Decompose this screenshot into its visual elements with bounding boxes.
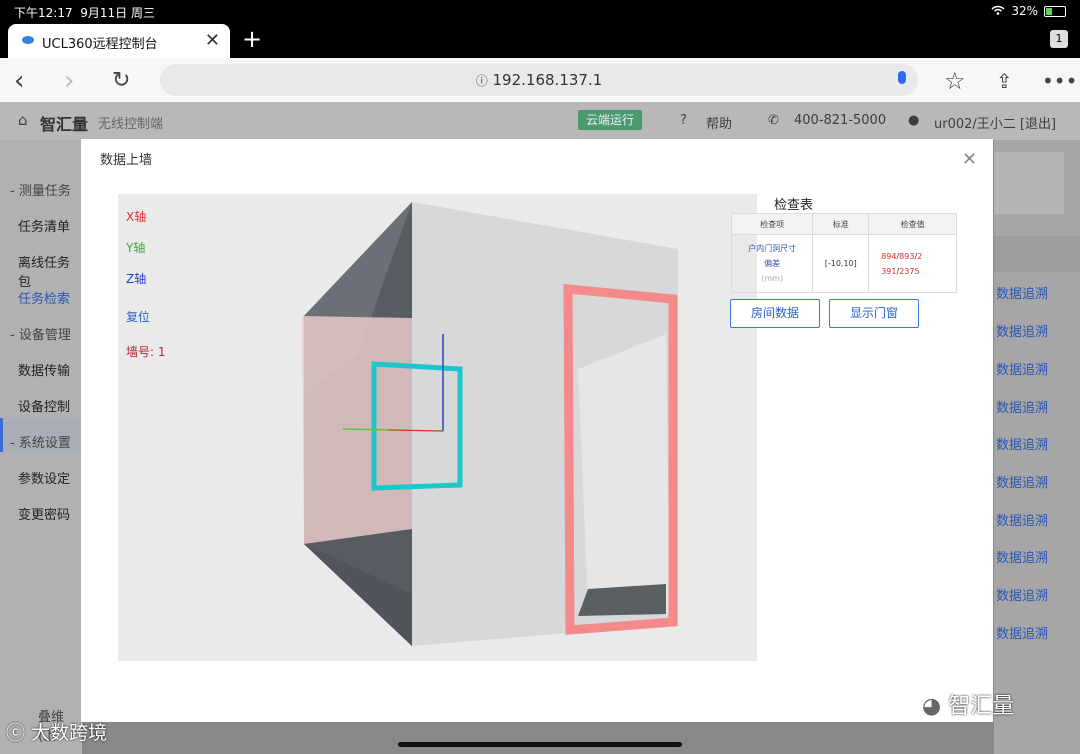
microphone-icon[interactable] <box>898 71 906 84</box>
brand-subtitle: 无线控制端 <box>98 117 164 132</box>
wall-number: 墙号: 1 <box>126 345 166 359</box>
back-icon[interactable]: ‹ <box>14 68 24 94</box>
address-bar[interactable]: ⓘ 192.168.137.1 <box>160 64 918 96</box>
x-axis-toggle[interactable]: X轴 <box>126 208 146 225</box>
new-tab-icon[interactable]: + <box>242 25 262 53</box>
phone-icon: ✆ <box>768 113 779 128</box>
col-header-value: 检查值 <box>868 213 957 235</box>
status-date: 9月11日 周三 <box>80 6 155 20</box>
col-header-standard: 标准 <box>812 213 870 235</box>
battery-icon <box>1044 5 1066 17</box>
close-icon[interactable]: ✕ <box>962 149 977 170</box>
wechat-icon: ◕ <box>922 694 942 719</box>
trace-link[interactable]: 数据追溯 <box>996 359 1048 378</box>
check-value: 391 <box>881 266 897 276</box>
browser-toolbar: ‹ › ↻ ⓘ 192.168.137.1 ☆ ⇪ ••• <box>0 58 1080 103</box>
watermark-left: ⓒ 大数跨境 <box>6 718 107 745</box>
sidebar-group-settings[interactable]: - 系统设置 <box>10 432 71 451</box>
trace-link[interactable]: 数据追溯 <box>996 434 1048 453</box>
help-icon[interactable]: ? <box>680 113 687 128</box>
battery-percent: 32% <box>1011 4 1038 18</box>
sidebar-item-device-control[interactable]: 设备控制 <box>18 396 70 415</box>
app-header: ⌂ 智汇量 无线控制端 云端运行 ? 帮助 ✆ 400-821-5000 ● u… <box>0 102 1080 140</box>
info-icon: ⓘ <box>475 74 488 88</box>
url-text: 192.168.137.1 <box>492 71 603 89</box>
check-value: 2 <box>917 251 923 261</box>
user-icon: ● <box>908 113 920 128</box>
more-icon[interactable]: ••• <box>1042 68 1077 94</box>
check-item-name: 户内门洞尺寸 <box>748 244 797 253</box>
browser-tab[interactable]: UCL360远程控制台 ✕ <box>8 24 230 58</box>
y-axis-toggle[interactable]: Y轴 <box>126 239 145 256</box>
reset-view-button[interactable]: 复位 <box>126 308 150 325</box>
trace-link[interactable]: 数据追溯 <box>996 547 1048 566</box>
ios-status-bar: 下午12:17 9月11日 周三 32% <box>0 0 1080 22</box>
cloud-status-badge: 云端运行 <box>578 110 643 130</box>
tab-title: UCL360远程控制台 <box>42 37 158 52</box>
check-table-title: 检查表 <box>774 198 814 213</box>
modal-title: 数据上墙 <box>100 153 153 168</box>
check-value: 2375 <box>899 266 920 276</box>
room-data-button[interactable]: 房间数据 <box>730 299 820 328</box>
col-header-item: 检查项 <box>730 213 814 235</box>
close-tab-icon[interactable]: ✕ <box>205 30 220 51</box>
brand-name: 智汇量 <box>40 115 89 134</box>
sidebar: - 测量任务 任务清单 离线任务包 任务检索 - 设备管理 数据传输 设备控制 … <box>0 140 82 754</box>
sidebar-item-params[interactable]: 参数设定 <box>18 468 70 487</box>
status-time: 下午12:17 <box>14 6 73 20</box>
trace-link[interactable]: 数据追溯 <box>996 472 1048 491</box>
support-phone: 400-821-5000 <box>794 113 887 128</box>
forward-icon[interactable]: › <box>64 68 74 94</box>
check-item-unit: (mm) <box>761 274 784 283</box>
check-item-name-2: 偏差 <box>764 259 781 268</box>
help-link[interactable]: 帮助 <box>706 113 732 132</box>
table-row: 户内门洞尺寸 偏差 (mm) [-10,10] 894/893/2 391/23… <box>730 234 957 293</box>
sidebar-item-offline-package[interactable]: 离线任务包 <box>18 252 82 290</box>
watermark-brand: 智汇量 <box>948 694 1015 719</box>
watermark-text: 大数跨境 <box>31 722 108 744</box>
browser-tab-bar: UCL360远程控制台 ✕ + 1 <box>0 22 1080 58</box>
wifi-icon <box>991 4 1005 18</box>
watermark-logo-icon: ⓒ <box>6 722 26 744</box>
sidebar-item-data-transfer[interactable]: 数据传输 <box>18 360 70 379</box>
share-icon[interactable]: ⇪ <box>996 68 1013 94</box>
trace-link[interactable]: 数据追溯 <box>996 510 1048 529</box>
show-doors-windows-button[interactable]: 显示门窗 <box>829 299 919 328</box>
trace-link[interactable]: 数据追溯 <box>996 585 1048 604</box>
sidebar-item-task-search[interactable]: 任务检索 <box>18 288 70 307</box>
user-logout[interactable]: ur002/王小二 [退出] <box>934 113 1056 132</box>
home-indicator <box>398 742 682 747</box>
3d-viewer[interactable]: X轴 Y轴 Z轴 复位 墙号: 1 <box>118 194 757 661</box>
check-table: 检查项 标准 检查值 户内门洞尺寸 偏差 (mm) [-10,10] 894/8… <box>730 213 957 293</box>
check-value: 893 <box>899 251 915 261</box>
wall-point-cloud[interactable] <box>118 194 757 661</box>
check-standard: [-10,10] <box>812 234 870 293</box>
sidebar-item-task-list[interactable]: 任务清单 <box>18 216 70 235</box>
z-axis-toggle[interactable]: Z轴 <box>126 270 146 287</box>
trace-link[interactable]: 数据追溯 <box>996 623 1048 642</box>
site-favicon-icon <box>22 36 34 44</box>
sidebar-group-devices[interactable]: - 设备管理 <box>10 324 71 343</box>
trace-link[interactable]: 数据追溯 <box>996 283 1048 302</box>
reload-icon[interactable]: ↻ <box>112 68 130 94</box>
bookmark-star-icon[interactable]: ☆ <box>944 68 966 94</box>
watermark-right: ◕ 智汇量 <box>922 688 1014 720</box>
data-wall-modal: 数据上墙 ✕ X轴 Y轴 Z轴 复位 墙号: 1 检查表 检查项 标准 检查值 … <box>81 139 993 722</box>
sidebar-item-change-password[interactable]: 变更密码 <box>18 504 70 523</box>
trace-link[interactable]: 数据追溯 <box>996 397 1048 416</box>
tab-count-badge[interactable]: 1 <box>1050 30 1068 48</box>
trace-link[interactable]: 数据追溯 <box>996 321 1048 340</box>
home-icon: ⌂ <box>18 111 28 129</box>
sidebar-group-tasks[interactable]: - 测量任务 <box>10 180 71 199</box>
check-value: 894 <box>881 251 897 261</box>
